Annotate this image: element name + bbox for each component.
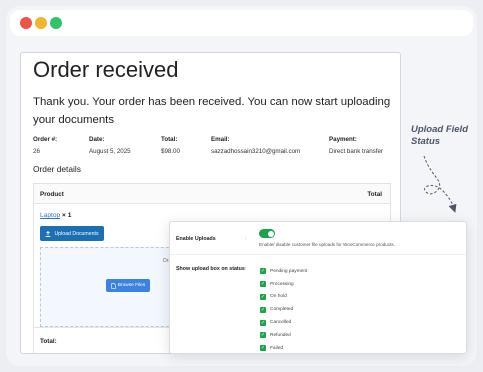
upload-icon [46, 230, 51, 237]
meta-label: Total: [161, 136, 178, 143]
order-date-meta: Date: August 5, 2025 [89, 136, 131, 155]
annotation-line-1: Upload Field [411, 124, 468, 135]
status-option-processing[interactable]: ✓ Processing [260, 278, 307, 291]
upload-documents-label: Upload Documents [54, 230, 99, 237]
table-header-row: Product Total [34, 184, 390, 204]
status-option-label: Failed [270, 345, 284, 351]
annotation-line-2: Status [411, 136, 441, 147]
upload-settings-panel: Enable Uploads : Enable/ disable custome… [169, 221, 467, 354]
status-option-label: Pending payment [270, 268, 308, 274]
status-option-label: Cancelled [270, 320, 292, 326]
checkbox-checked-icon[interactable]: ✓ [260, 319, 266, 326]
curly-arrow-icon [423, 155, 457, 213]
meta-value: August 5, 2025 [89, 148, 131, 155]
status-option-refunded[interactable]: ✓ Refunded [260, 329, 307, 342]
status-option-label: Processing [270, 281, 294, 287]
browse-files-label: Browse Files [117, 283, 146, 288]
order-total-meta: Total: $98.00 [161, 136, 180, 155]
status-option-pending-payment[interactable]: ✓ Pending payment [260, 265, 307, 278]
order-number-meta: Order #: 26 [33, 136, 57, 155]
status-option-label: On hold [270, 294, 287, 300]
minimize-window-dot[interactable] [35, 17, 47, 29]
window-titlebar [10, 10, 473, 36]
maximize-window-dot[interactable] [50, 17, 62, 29]
meta-label: Payment: [329, 136, 357, 143]
checkbox-checked-icon[interactable]: ✓ [260, 281, 266, 288]
product-quantity: × 1 [62, 212, 72, 219]
upload-documents-button[interactable]: Upload Documents [40, 226, 104, 241]
enable-uploads-toggle[interactable] [259, 229, 275, 238]
upload-field-status-annotation: Upload Field Status [411, 124, 468, 148]
table-row: Laptop × 1 [40, 212, 71, 219]
enable-uploads-row: Enable Uploads : Enable/ disable custome… [170, 222, 466, 255]
field-colon: : [245, 236, 247, 242]
order-email-meta: Email: sazzadhossain3210@gmail.com [211, 136, 300, 155]
checkbox-checked-icon[interactable]: ✓ [260, 306, 266, 313]
close-window-dot[interactable] [20, 17, 32, 29]
status-setting-label: Show upload box on status [176, 266, 245, 272]
status-option-on-hold[interactable]: ✓ On hold [260, 291, 307, 304]
product-column-header: Product [40, 191, 64, 198]
checkbox-checked-icon[interactable]: ✓ [260, 345, 266, 352]
status-option-completed[interactable]: ✓ Completed [260, 303, 307, 316]
checkbox-checked-icon[interactable]: ✓ [260, 268, 266, 275]
meta-value: $98.00 [161, 148, 180, 155]
browse-files-button[interactable]: Browse Files [106, 279, 150, 292]
checkbox-checked-icon[interactable]: ✓ [260, 293, 266, 300]
meta-value: sazzadhossain3210@gmail.com [211, 148, 301, 155]
meta-value: 26 [33, 148, 40, 155]
meta-label: Date: [89, 136, 105, 143]
total-column-header: Total [367, 191, 382, 198]
meta-label: Order #: [33, 136, 58, 143]
status-option-failed[interactable]: ✓ Failed [260, 342, 307, 355]
order-payment-meta: Payment: Direct bank transfer [329, 136, 383, 155]
enable-uploads-description: Enable/ disable customer file uploads fo… [259, 242, 396, 247]
checkbox-checked-icon[interactable]: ✓ [260, 332, 266, 339]
thank-you-message: Thank you. Your order has been received.… [33, 96, 391, 126]
product-link[interactable]: Laptop [40, 212, 60, 219]
file-icon [111, 282, 116, 289]
status-checkbox-list: ✓ Pending payment ✓ Processing ✓ On hold ✓ C… [260, 265, 307, 355]
meta-value: Direct bank transfer [329, 148, 383, 155]
order-details-heading: Order details [33, 164, 81, 174]
status-option-cancelled[interactable]: ✓ Cancelled [260, 316, 307, 329]
total-row-label: Total: [40, 338, 57, 345]
field-colon: : [245, 266, 247, 272]
enable-uploads-label: Enable Uploads [176, 236, 216, 242]
page-title: Order received [33, 57, 179, 82]
status-option-label: Refunded [270, 332, 291, 338]
status-option-label: Completed [270, 307, 294, 313]
meta-label: Email: [211, 136, 230, 143]
